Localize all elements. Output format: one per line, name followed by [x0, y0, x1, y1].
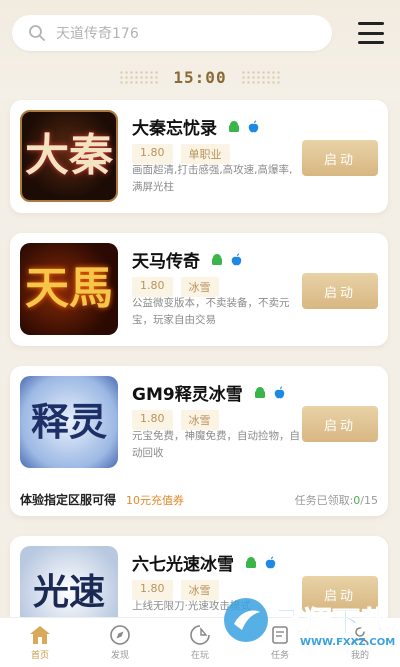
- game-name: GM9释灵冰雪: [132, 380, 292, 405]
- apple-icon: [248, 120, 259, 132]
- version-tag: 1.80: [132, 277, 173, 297]
- android-icon: [229, 120, 239, 132]
- tab-label: 在玩: [190, 651, 209, 661]
- search-icon: [26, 22, 48, 44]
- type-tag: 冰雪: [180, 580, 219, 600]
- tag-row: 1.80 冰雪: [132, 580, 227, 600]
- version-tag: 1.80: [132, 144, 173, 164]
- game-name: 六七光速冰雪: [132, 550, 283, 575]
- game-name-text: 六七光速冰雪: [132, 555, 234, 575]
- game-description: 元宝免费，神魔免费，自动捡物，自动回收: [132, 430, 300, 459]
- watermark-text: 飞翔下载: [275, 605, 389, 639]
- android-icon: [254, 386, 265, 398]
- decor-dots-right: [240, 70, 281, 84]
- promo-title: 体验指定区服可得: [20, 493, 117, 507]
- type-tag: 冰雪: [180, 410, 219, 430]
- apple-icon: [231, 253, 242, 265]
- game-card[interactable]: 释灵 GM9释灵冰雪 1.80 冰雪 元宝免费，神魔免费，自动捡物，自动回收 启…: [10, 366, 388, 516]
- time-label: 15:00: [173, 67, 227, 87]
- game-card[interactable]: 天馬 天马传奇 1.80 冰雪 公益微变版本，不卖装备，不卖元宝，玩家自由交易 …: [10, 233, 388, 346]
- gamepad-icon: [190, 625, 210, 645]
- home-icon: [30, 626, 50, 644]
- start-button[interactable]: 启动: [302, 273, 378, 309]
- game-cover[interactable]: 大秦: [20, 110, 118, 202]
- game-card[interactable]: 大秦 大秦忘忧录 1.80 单职业 画面超清,打击感强,高攻速,高爆率,满屏光柱…: [10, 100, 388, 213]
- game-description: 公益微变版本，不卖装备，不卖元宝，玩家自由交易: [132, 297, 290, 326]
- promo-status-prefix: 任务已领取:: [294, 493, 354, 507]
- header: 天道传奇176: [0, 0, 400, 62]
- cover-title: 大秦: [25, 130, 113, 181]
- watermark-url: WWW.FXXZ.COM: [300, 637, 396, 648]
- game-name-text: 大秦忘忧录: [132, 119, 217, 139]
- type-tag: 单职业: [180, 144, 230, 164]
- game-cover[interactable]: 释灵: [20, 376, 118, 468]
- search-placeholder: 天道传奇176: [56, 26, 139, 42]
- compass-icon: [110, 625, 130, 645]
- promo-total-count: /15: [360, 493, 378, 507]
- promo-footer: 体验指定区服可得 10元充值券 任务已领取:0/15: [20, 491, 378, 508]
- game-name-text: 天马传奇: [132, 252, 200, 272]
- android-icon: [212, 253, 222, 265]
- promo-reward[interactable]: 10元充值券: [126, 492, 184, 508]
- cover-title: 释灵: [30, 399, 107, 444]
- tag-row: 1.80 冰雪: [132, 277, 227, 297]
- apple-icon: [274, 386, 284, 398]
- menu-icon[interactable]: [358, 22, 384, 44]
- game-name: 大秦忘忧录: [132, 114, 266, 139]
- watermark: 飞翔下载 WWW.FXXZ.COM: [220, 585, 395, 655]
- search-bar[interactable]: 天道传奇176: [12, 15, 332, 51]
- game-description: 画面超清,打击感强,高攻速,高爆率,满屏光柱: [132, 164, 293, 193]
- time-row: 15:00: [0, 62, 400, 92]
- start-button[interactable]: 启动: [302, 406, 378, 442]
- cover-title: 光速: [32, 571, 105, 613]
- decor-dots-left: [119, 70, 160, 84]
- tab-discover[interactable]: 发现: [80, 618, 160, 667]
- android-icon: [246, 556, 256, 568]
- version-tag: 1.80: [132, 580, 173, 600]
- cover-title: 天馬: [25, 263, 113, 314]
- tab-home[interactable]: 首页: [0, 618, 80, 667]
- tab-label: 发现: [110, 651, 129, 661]
- game-cover[interactable]: 天馬: [20, 243, 118, 335]
- tag-row: 1.80 单职业: [132, 144, 238, 164]
- promo-status: 任务已领取:0/15: [295, 492, 378, 508]
- game-name: 天马传奇: [132, 247, 249, 272]
- watermark-logo-icon: [224, 598, 268, 642]
- tag-row: 1.80 冰雪: [132, 410, 227, 430]
- tab-label: 首页: [30, 651, 49, 661]
- apple-icon: [265, 556, 276, 568]
- type-tag: 冰雪: [180, 277, 219, 297]
- start-button[interactable]: 启动: [302, 140, 378, 176]
- game-name-text: GM9释灵冰雪: [132, 385, 243, 405]
- version-tag: 1.80: [132, 410, 173, 430]
